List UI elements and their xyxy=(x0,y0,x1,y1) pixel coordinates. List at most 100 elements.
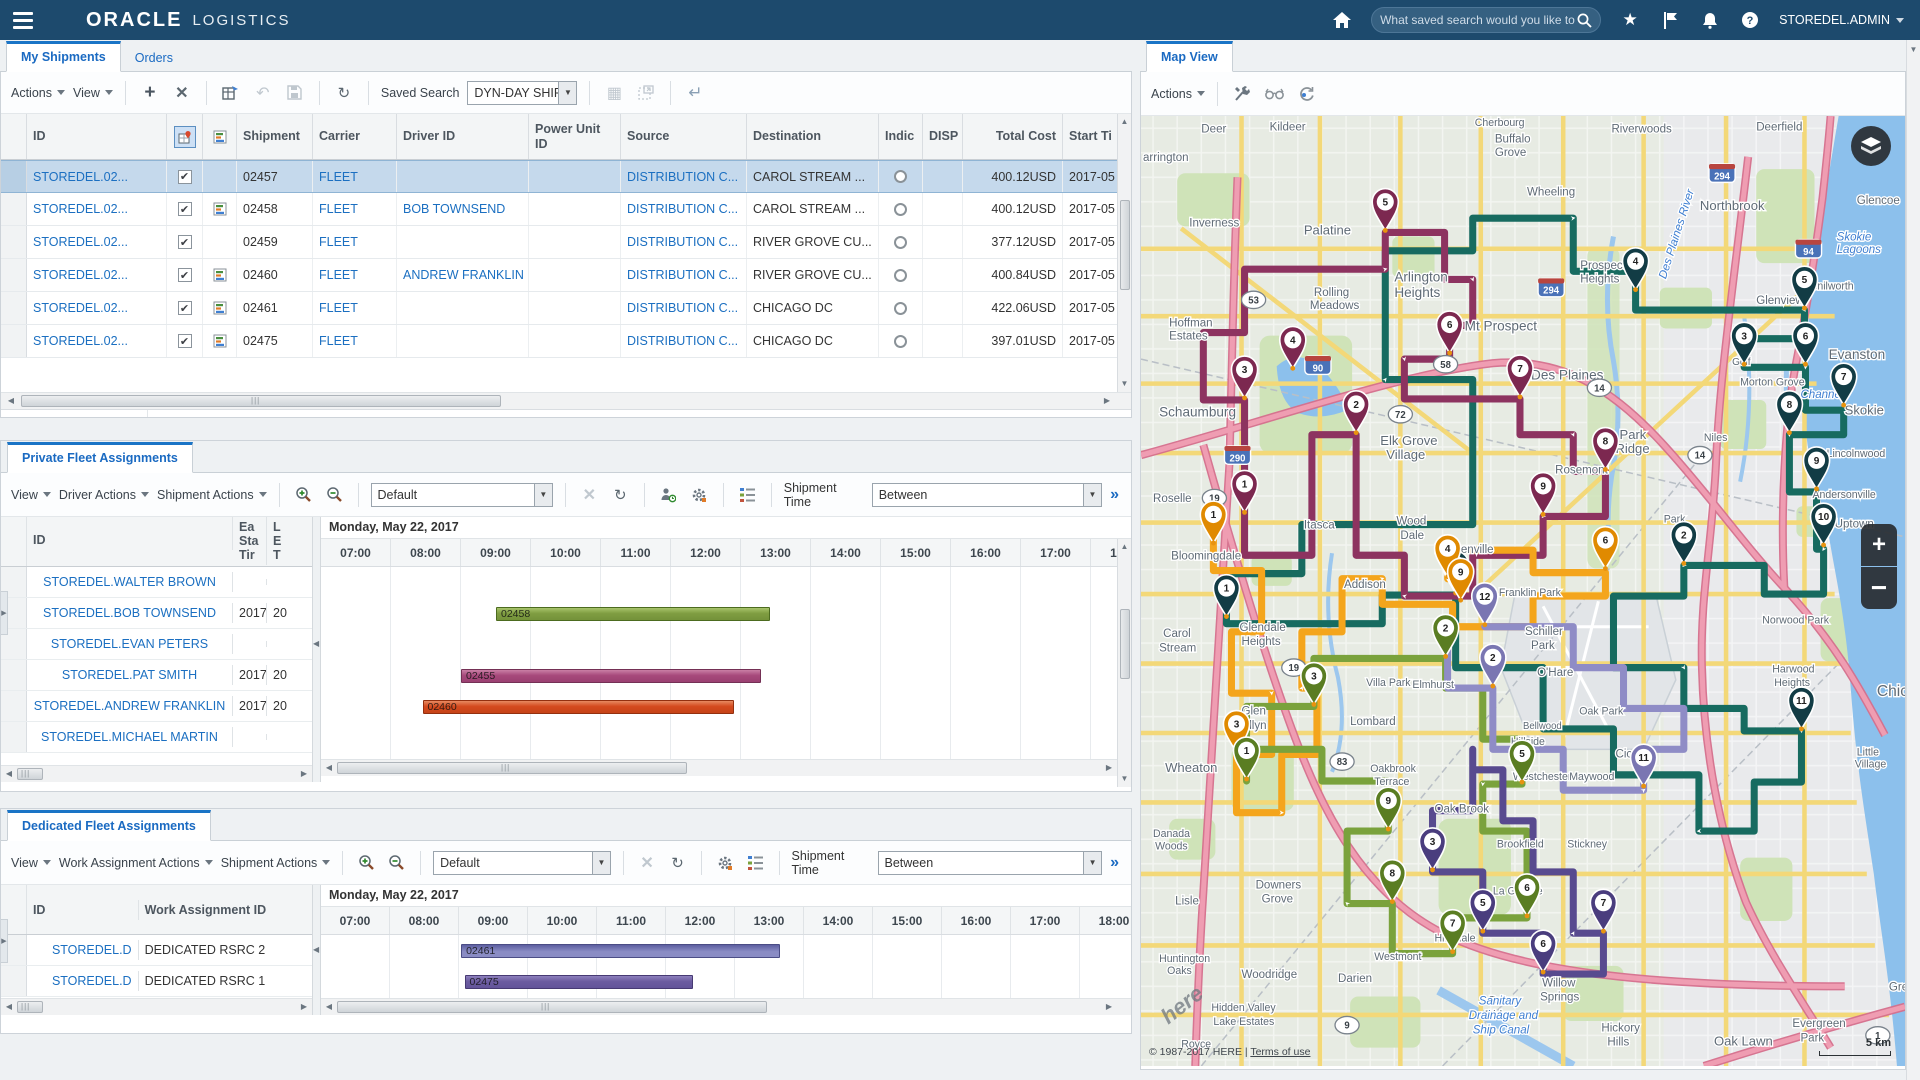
resource-id-link[interactable]: STOREDEL.D xyxy=(52,974,132,988)
shipment-row-02459[interactable]: STOREDEL.02...✔02459FLEETDISTRIBUTION C.… xyxy=(1,226,1117,259)
map-checkbox[interactable]: ✔ xyxy=(178,301,192,315)
shipment-row-02460[interactable]: STOREDEL.02...✔02460FLEETANDREW FRANKLIN… xyxy=(1,259,1117,292)
map-checkbox[interactable]: ✔ xyxy=(178,202,192,216)
zoom-in-icon[interactable] xyxy=(292,483,315,507)
add-icon[interactable]: + xyxy=(138,81,162,105)
gantt-indicator-icon[interactable] xyxy=(203,259,237,291)
map-zoom-out-button[interactable]: − xyxy=(1861,567,1897,609)
map-zoom-in-button[interactable]: + xyxy=(1861,524,1897,566)
grid-gantt-splitter[interactable]: ◀ xyxy=(313,517,321,782)
indicator-radio[interactable] xyxy=(879,292,923,324)
carrier-link[interactable]: FLEET xyxy=(319,170,358,184)
df-legend-icon[interactable] xyxy=(744,851,766,875)
row-handle[interactable] xyxy=(1,292,27,324)
shipment-id-link[interactable]: STOREDEL.02... xyxy=(33,268,128,282)
shipments-horizontal-scrollbar[interactable]: ◀ ||| ▶ xyxy=(1,392,1131,409)
pf-col-late[interactable]: L E T xyxy=(267,517,287,565)
col-id[interactable]: ID xyxy=(27,114,167,159)
indicator-radio[interactable] xyxy=(879,325,923,357)
pf-clear-icon[interactable]: ✕ xyxy=(578,483,601,507)
pf-col-early[interactable]: Ea Sta Tir xyxy=(233,517,267,565)
saved-search-input[interactable] xyxy=(1380,13,1577,27)
fleet-row[interactable]: STOREDEL.EVAN PETERS xyxy=(1,629,312,660)
col-map-select[interactable] xyxy=(167,114,203,159)
carrier-link[interactable]: FLEET xyxy=(319,235,358,249)
notifications-bell-icon[interactable] xyxy=(1699,9,1721,31)
pf-shipment-actions-menu[interactable]: Shipment Actions xyxy=(157,488,267,502)
pf-collapse-handle[interactable]: ▶ xyxy=(1,591,8,635)
row-handle[interactable] xyxy=(1,259,27,291)
df-shipment-actions-menu[interactable]: Shipment Actions xyxy=(221,856,331,870)
df-view-menu[interactable]: View xyxy=(11,856,51,870)
df-col-id[interactable]: ID xyxy=(27,900,139,920)
shipment-row-02475[interactable]: STOREDEL.02...✔02475FLEETDISTRIBUTION C.… xyxy=(1,325,1117,358)
indicator-radio[interactable] xyxy=(879,226,923,258)
refresh-icon[interactable]: ↻ xyxy=(332,81,356,105)
pf-grid-hscrollbar[interactable]: ◀ ||| ▶ xyxy=(1,765,312,782)
df-grid-gantt-splitter[interactable]: ◀ xyxy=(313,885,321,1015)
settings-gear-icon[interactable] xyxy=(688,483,711,507)
map-checkbox[interactable]: ✔ xyxy=(178,170,192,184)
carrier-link[interactable]: FLEET xyxy=(319,202,358,216)
df-gantt-hscrollbar[interactable]: ◀ ||| ▶ xyxy=(321,998,1131,1015)
pf-view-menu[interactable]: View xyxy=(11,488,51,502)
resource-id-link[interactable]: STOREDEL.BOB TOWNSEND xyxy=(43,606,216,620)
resource-id-link[interactable]: STOREDEL.PAT SMITH xyxy=(62,668,197,682)
view-menu[interactable]: View xyxy=(73,86,113,100)
map-layers-button[interactable] xyxy=(1851,126,1891,166)
col-source[interactable]: Source xyxy=(621,114,747,159)
col-total-cost[interactable]: Total Cost xyxy=(963,114,1063,159)
map-canvas[interactable]: DeerKildeerCherbourgBuffaloGroveRiverwoo… xyxy=(1141,116,1905,1066)
col-driver[interactable]: Driver ID xyxy=(397,114,529,159)
indicator-radio[interactable] xyxy=(879,161,923,192)
col-disp[interactable]: DISP xyxy=(923,114,963,159)
row-handle[interactable] xyxy=(1,161,27,192)
tab-orders[interactable]: Orders xyxy=(121,45,187,72)
indicator-radio[interactable] xyxy=(879,259,923,291)
fleet-row[interactable]: STOREDEL.PAT SMITH2017-05-222017-05-22 xyxy=(1,660,312,691)
resource-id-link[interactable]: STOREDEL.WALTER BROWN xyxy=(43,575,216,589)
shipments-vertical-scrollbar[interactable]: ▲ ▼ xyxy=(1117,114,1131,392)
col-power-unit[interactable]: Power Unit ID xyxy=(529,114,621,159)
gantt-indicator-icon[interactable] xyxy=(203,193,237,225)
freeze-columns-icon[interactable]: ▦ xyxy=(602,81,626,105)
favorites-star-icon[interactable]: ★ xyxy=(1619,9,1641,31)
home-icon[interactable] xyxy=(1331,9,1353,31)
terms-of-use-link[interactable]: Terms of use xyxy=(1250,1046,1310,1058)
pf-col-id[interactable]: ID xyxy=(27,517,233,550)
df-shipment-time-select[interactable]: Between▼ xyxy=(878,851,1103,875)
map-checkbox[interactable]: ✔ xyxy=(178,334,192,348)
df-zoom-out-icon[interactable] xyxy=(386,851,408,875)
df-work-assignment-actions-menu[interactable]: Work Assignment Actions xyxy=(59,856,213,870)
save-icon[interactable] xyxy=(283,81,307,105)
source-link[interactable]: DISTRIBUTION C... xyxy=(627,268,738,282)
tab-my-shipments[interactable]: My Shipments xyxy=(6,41,121,72)
row-handle[interactable] xyxy=(1,325,27,357)
pf-driver-actions-menu[interactable]: Driver Actions xyxy=(59,488,149,502)
gantt-bar-02475[interactable]: 02475 xyxy=(465,975,693,989)
map-checkbox[interactable]: ✔ xyxy=(178,268,192,282)
fleet-row[interactable]: STOREDEL.BOB TOWNSEND2017-05-222017-05-2… xyxy=(1,598,312,629)
pf-preset-select[interactable]: Default▼ xyxy=(371,483,553,507)
gantt-indicator-icon[interactable] xyxy=(203,292,237,324)
saved-search-select[interactable]: DYN-DAY SHIF ▼ xyxy=(467,81,577,105)
df-collapse-handle[interactable]: ▶ xyxy=(1,919,8,963)
show-on-map-icon[interactable] xyxy=(174,126,196,148)
df-col-wa[interactable]: Work Assignment ID xyxy=(139,900,312,920)
df-preset-select[interactable]: Default▼ xyxy=(433,851,611,875)
shipment-row-02458[interactable]: STOREDEL.02...✔02458FLEETBOB TOWNSENDDIS… xyxy=(1,193,1117,226)
shipment-id-link[interactable]: STOREDEL.02... xyxy=(33,334,128,348)
df-settings-gear-icon[interactable] xyxy=(714,851,736,875)
resource-id-link[interactable]: STOREDEL.ANDREW FRANKLIN xyxy=(34,699,225,713)
pf-vertical-scrollbar[interactable]: ▲ ▼ xyxy=(1117,539,1131,787)
fleet-row[interactable]: STOREDEL.WALTER BROWN xyxy=(1,567,312,598)
page-vertical-scrollbar[interactable]: ▼ xyxy=(1906,40,1920,1080)
go-icon[interactable]: ↵ xyxy=(683,81,707,105)
gantt-bar-02455[interactable]: 02455 xyxy=(461,669,761,683)
pf-refresh-icon[interactable]: ↻ xyxy=(609,483,632,507)
shipment-id-link[interactable]: STOREDEL.02... xyxy=(33,301,128,315)
detach-icon[interactable] xyxy=(634,81,658,105)
carrier-link[interactable]: FLEET xyxy=(319,268,358,282)
fleet-row[interactable]: STOREDEL.DDEDICATED RSRC 1 xyxy=(1,966,312,997)
saved-search-box[interactable] xyxy=(1371,7,1601,33)
